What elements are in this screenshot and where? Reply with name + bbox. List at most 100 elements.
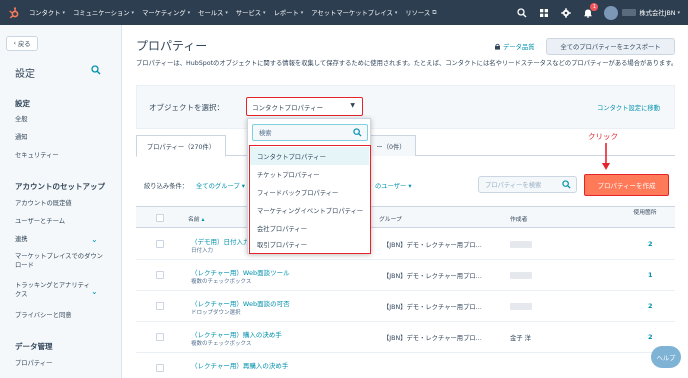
click-annotation: クリック (588, 132, 618, 141)
property-usage[interactable]: 2 (648, 302, 653, 310)
table-row[interactable]: （レクチャー用）再購入の決め手 (136, 353, 675, 378)
marketplace-icon[interactable] (538, 7, 550, 19)
property-group: 【JBN】デモ・レクチャー用プロ… (383, 304, 482, 311)
property-usage[interactable]: 1 (648, 271, 653, 279)
property-usage[interactable]: 2 (648, 240, 653, 248)
filter-label: 絞り込み条件： (144, 183, 189, 190)
row-checkbox[interactable] (156, 240, 164, 248)
object-select-label: オブジェクトを選択： (149, 103, 224, 112)
property-search-input[interactable]: プロパティーを検索 (478, 176, 577, 193)
create-property-button[interactable]: プロパティーを作成 (584, 174, 669, 196)
main-content: プロパティー データ品質 全てのプロパティーをエクスポート プロパティーは、Hu… (122, 25, 688, 378)
dropdown-search-input[interactable]: 検索 (252, 124, 368, 141)
author-redacted (510, 272, 532, 279)
search-icon[interactable] (91, 65, 101, 75)
option-contact-properties[interactable]: コンタクトプロパティー (250, 147, 369, 165)
property-group: 【JBN】デモ・レクチャー用プロ… (383, 335, 482, 342)
table-row[interactable]: （レクチャー用）Web面談ツール 複数のチェックボックス 【JBN】デモ・レクチ… (136, 260, 675, 291)
group-filter[interactable]: 全てのグループ ▾ (196, 181, 245, 190)
sidebar-item-marketplace-downloads[interactable]: マーケットプレイスでのダウンロード (15, 252, 105, 270)
object-select[interactable]: コンタクトプロパティー ▼ (246, 97, 363, 116)
export-properties-button[interactable]: 全てのプロパティーをエクスポート (546, 38, 675, 55)
column-group[interactable]: グループ (379, 214, 402, 223)
row-checkbox[interactable] (156, 302, 164, 310)
back-button[interactable]: ‹ 戻る (6, 36, 38, 51)
row-checkbox[interactable] (156, 364, 164, 372)
sidebar-item-privacy-consent[interactable]: プライバシーと同意 (15, 311, 105, 320)
option-marketing-event-properties[interactable]: マーケティングイベントプロパティー (250, 201, 369, 219)
nav-communications[interactable]: コミュニケーション ▾ (73, 8, 134, 18)
nav-marketing[interactable]: マーケティング ▾ (142, 8, 190, 18)
object-select-panel: オブジェクトを選択： コンタクトプロパティー ▼ コンタクト設定に移動 (136, 85, 675, 129)
help-button[interactable]: ヘルプ (651, 346, 681, 368)
search-icon (353, 128, 362, 139)
property-group: 【JBN】デモ・レクチャー用プロ… (383, 273, 482, 280)
dropdown-options: コンタクトプロパティー チケットプロパティー フィードバックプロパティー マーケ… (249, 145, 371, 254)
option-company-properties[interactable]: 会社プロパティー (250, 219, 369, 237)
column-name[interactable]: 名前 ▴ (188, 214, 204, 223)
top-navigation: コンタクト ▾ コミュニケーション ▾ マーケティング ▾ セールス ▾ サービス ▾ レ… (0, 0, 688, 25)
page-title: プロパティー (136, 39, 208, 53)
sidebar-item-tracking-analytics[interactable]: トラッキングとアナリティクス (15, 281, 90, 299)
search-icon[interactable] (516, 7, 528, 19)
property-type: ドロップダウン選択 (191, 310, 241, 316)
lock-icon (495, 43, 500, 50)
sidebar-item-notifications[interactable]: 通知 (15, 133, 105, 142)
sidebar-item-security[interactable]: セキュリティー (15, 151, 105, 160)
nav-sales[interactable]: セールス ▾ (198, 8, 228, 18)
property-name[interactable]: （デモ用）日付入力 (191, 236, 250, 246)
property-author: 金子 洋 (510, 335, 531, 342)
caret-down-icon: ▼ (350, 102, 355, 109)
nav-reports[interactable]: レポート ▾ (274, 8, 304, 18)
option-feedback-properties[interactable]: フィードバックプロパティー (250, 183, 369, 201)
contact-settings-link[interactable]: コンタクト設定に移動 (597, 103, 660, 112)
author-redacted (510, 303, 532, 310)
row-checkbox[interactable] (156, 271, 164, 279)
nav-resources[interactable]: リソース ⧉ (405, 8, 436, 18)
table-row[interactable]: （デモ用）日付入力 日付入力 【JBN】デモ・レクチャー用プロ… 2 (136, 229, 675, 260)
row-checkbox[interactable] (156, 333, 164, 341)
property-type: 日付入力 (191, 248, 214, 254)
option-deal-properties[interactable]: 取引プロパティー (250, 237, 369, 251)
notification-badge: 1 (590, 2, 599, 11)
option-ticket-properties[interactable]: チケットプロパティー (250, 165, 369, 183)
chevron-down-icon[interactable]: ⌄ (91, 287, 99, 296)
nav-asset-marketplace[interactable]: アセットマーケットプレイス ▾ (311, 8, 397, 18)
table-row[interactable]: （レクチャー用）購入の決め手 複数のチェックボックス 【JBN】デモ・レクチャー… (136, 322, 675, 353)
chevron-down-icon[interactable]: ⌄ (91, 235, 99, 244)
gear-icon[interactable] (560, 7, 572, 19)
sidebar-item-general[interactable]: 全般 (15, 115, 105, 124)
user-filter[interactable]: のユーザー ▾ (375, 181, 412, 190)
search-icon (562, 180, 571, 191)
table-header: 名前 ▴ グループ 作成者 使用箇所 (136, 206, 675, 228)
table-row[interactable]: （レクチャー用）Web面談の可否 ドロップダウン選択 【JBN】デモ・レクチャー… (136, 291, 675, 322)
property-usage[interactable]: 2 (648, 333, 653, 341)
sidebar-item-users-teams[interactable]: ユーザーとチーム (15, 217, 105, 226)
column-usage[interactable]: 使用箇所 (630, 210, 660, 217)
property-name[interactable]: （レクチャー用）Web面談の可否 (191, 298, 290, 308)
data-quality-link[interactable]: データ品質 (494, 42, 534, 51)
property-name[interactable]: （レクチャー用）Web面談ツール (191, 267, 290, 277)
property-group: 【JBN】デモ・レクチャー用プロ… (383, 242, 482, 249)
object-dropdown-menu: 検索 コンタクトプロパティー チケットプロパティー フィードバックプロパティー … (247, 118, 371, 254)
hubspot-logo-icon[interactable] (7, 6, 21, 20)
tab-archived[interactable]: ー（0件） (366, 135, 416, 156)
account-menu[interactable]: 株式会社JBN ▾ (622, 8, 680, 17)
property-name[interactable]: （レクチャー用）再購入の決め手 (191, 360, 288, 370)
sidebar-section-settings: 設定 (15, 99, 30, 108)
avatar[interactable] (604, 5, 619, 20)
sidebar-item-properties[interactable]: プロパティー (15, 359, 105, 368)
page-description: プロパティーは、HubSpotのオブジェクトに関する情報を収集して保存するために… (136, 60, 678, 67)
nav-service[interactable]: サービス ▾ (236, 8, 266, 18)
tab-properties[interactable]: プロパティー（270件） (136, 135, 226, 157)
sidebar-section-data-management: データ管理 (15, 342, 53, 351)
column-author[interactable]: 作成者 (510, 214, 527, 223)
settings-sidebar: ‹ 戻る 設定 設定 全般 通知 セキュリティー アカウントのセットアップ アカウ… (0, 25, 122, 378)
select-all-checkbox[interactable] (156, 214, 164, 222)
sidebar-item-account-defaults[interactable]: アカウントの既定値 (15, 199, 105, 208)
author-redacted (510, 241, 532, 248)
main-menu: コンタクト ▾ コミュニケーション ▾ マーケティング ▾ セールス ▾ サービス ▾ レ… (29, 8, 445, 18)
property-name[interactable]: （レクチャー用）購入の決め手 (191, 329, 282, 339)
nav-contacts[interactable]: コンタクト ▾ (29, 8, 65, 18)
bell-icon[interactable]: 1 (582, 2, 599, 19)
